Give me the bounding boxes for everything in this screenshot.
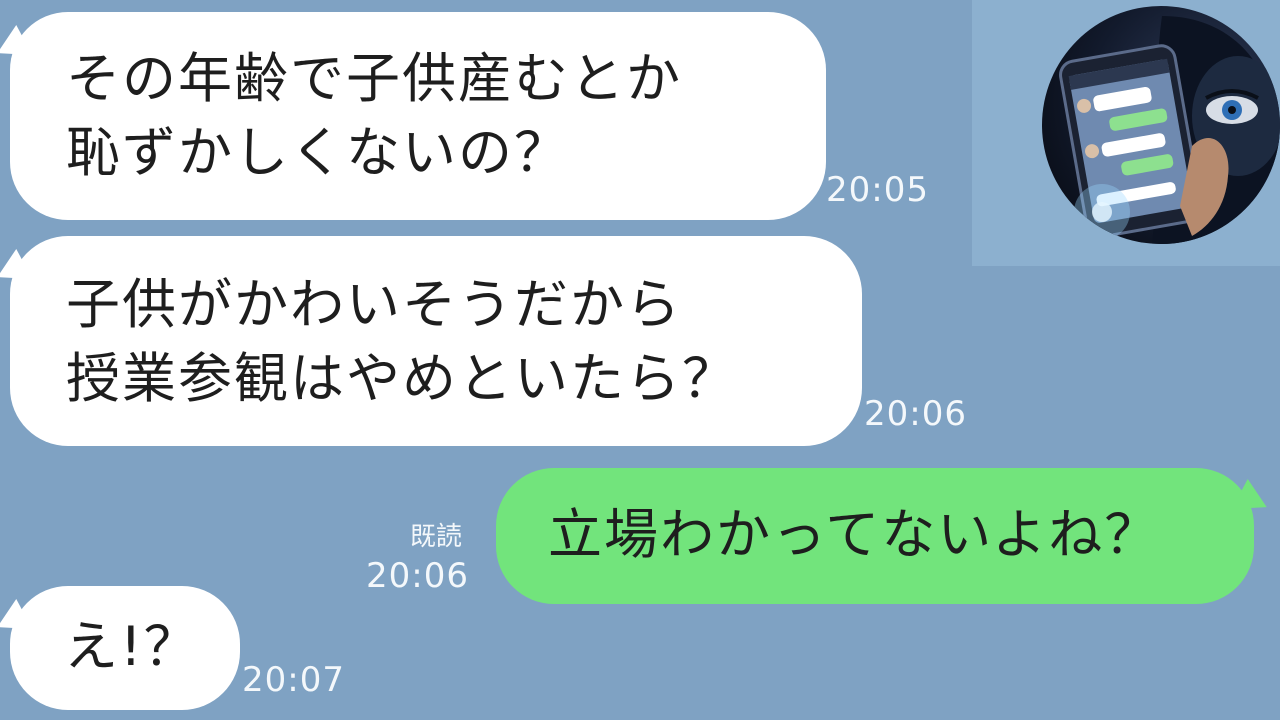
- message-line: その年齢で子供産むとか: [66, 47, 682, 110]
- avatar-image: [1059, 16, 1280, 244]
- message-timestamp: 20:07: [242, 660, 345, 700]
- message-line: 子供がかわいそうだから: [66, 273, 682, 336]
- read-receipt: 既読: [410, 522, 463, 552]
- hooded-figure-with-phone-avatar[interactable]: [1042, 6, 1280, 244]
- message-timestamp: 20:06: [864, 394, 967, 434]
- message-timestamp: 20:05: [826, 170, 929, 210]
- message-line: え!？: [64, 615, 200, 678]
- message-timestamp: 20:06: [366, 556, 469, 596]
- message-bubble-incoming[interactable]: 子供がかわいそうだから 授業参観はやめといたら？: [10, 236, 862, 446]
- message-bubble-incoming[interactable]: その年齢で子供産むとか 恥ずかしくないの？: [10, 12, 826, 220]
- message-line: 授業参観はやめといたら？: [66, 347, 738, 410]
- message-bubble-incoming[interactable]: え!？: [10, 586, 240, 710]
- message-line: 立場わかってないよね？: [548, 503, 1161, 566]
- message-bubble-outgoing[interactable]: 立場わかってないよね？: [496, 468, 1254, 604]
- message-line: 恥ずかしくないの？: [66, 121, 570, 184]
